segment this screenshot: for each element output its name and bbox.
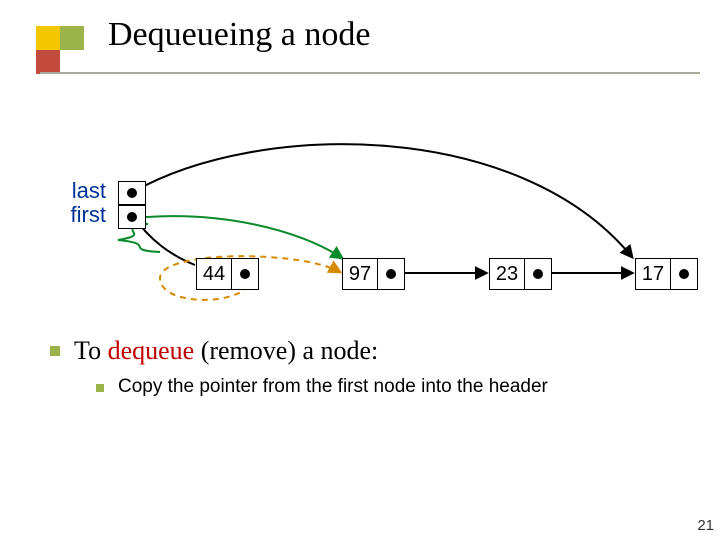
node-value: 23 xyxy=(490,259,525,289)
dot-icon xyxy=(386,269,396,279)
arrow-last-to-17 xyxy=(133,144,632,257)
bullet-main-suffix: (remove) a node: xyxy=(194,336,378,365)
node-pointer-cell xyxy=(525,259,551,289)
dot-icon xyxy=(240,269,250,279)
node-0: 44 xyxy=(196,258,259,290)
node-value: 44 xyxy=(197,259,232,289)
node-pointer-cell xyxy=(671,259,697,289)
node-1: 97 xyxy=(342,258,405,290)
bullet-icon xyxy=(96,384,104,392)
node-pointer-cell xyxy=(378,259,404,289)
dot-icon xyxy=(127,212,137,222)
label-first: first xyxy=(54,202,106,228)
node-2: 23 xyxy=(489,258,552,290)
bullet-main-prefix: To xyxy=(74,336,108,365)
node-3: 17 xyxy=(635,258,698,290)
node-value: 17 xyxy=(636,259,671,289)
bullet-main-row: To dequeue (remove) a node: xyxy=(50,336,378,366)
bullet-main-text: To dequeue (remove) a node: xyxy=(74,336,378,366)
bullet-sub-row: Copy the pointer from the first node int… xyxy=(96,376,548,398)
node-pointer-cell xyxy=(232,259,258,289)
dot-icon xyxy=(533,269,543,279)
dot-icon xyxy=(679,269,689,279)
diagram-stage: last first 44 97 23 17 xyxy=(0,0,720,540)
header-cell-first xyxy=(118,205,146,229)
slide-number: 21 xyxy=(697,517,714,534)
arrow-first-to-97-new xyxy=(135,216,342,258)
label-last: last xyxy=(54,178,106,204)
header-cell-last xyxy=(118,181,146,205)
bullet-sub-text: Copy the pointer from the first node int… xyxy=(118,376,548,398)
bullet-main-action: dequeue xyxy=(108,336,195,365)
dot-icon xyxy=(127,188,137,198)
node-value: 97 xyxy=(343,259,378,289)
bullet-icon xyxy=(50,346,60,356)
